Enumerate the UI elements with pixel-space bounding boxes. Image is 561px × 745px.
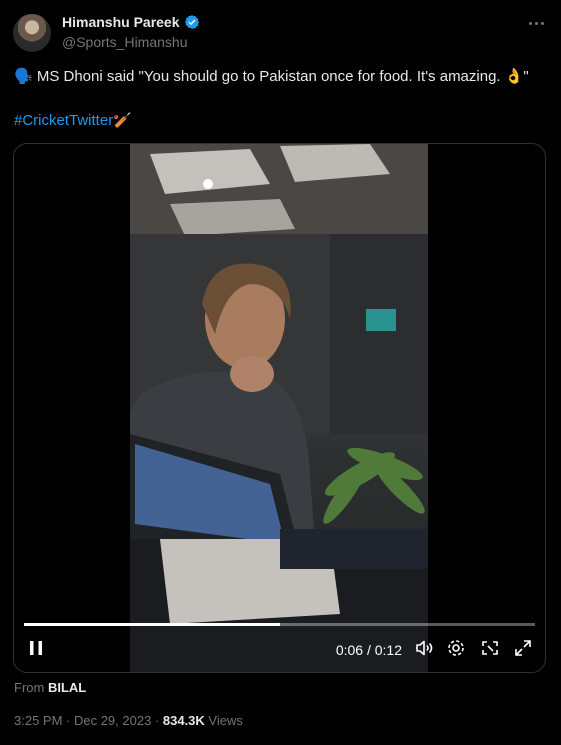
hashtag-row: #CricketTwitter🏏 [14,110,132,132]
video-frame[interactable] [130,144,428,672]
tweet-post: Himanshu Pareek @Sports_Himanshu 🗣️ MS D… [0,0,561,745]
attribution: From BILAL [14,680,86,695]
tweet-meta: 3:25 PM · Dec 29, 2023 · 834.3K Views [14,713,243,728]
video-progress [24,623,280,626]
avatar[interactable] [13,14,51,52]
attribution-prefix: From [14,680,45,695]
views-label: Views [208,713,243,728]
hashtag-emoji: 🏏 [113,112,132,129]
verified-badge-icon [184,15,199,29]
settings-icon[interactable] [446,638,466,658]
author-handle[interactable]: @Sports_Himanshu [62,34,188,50]
meta-separator: · [151,713,163,728]
volume-icon[interactable] [414,638,434,658]
pause-icon[interactable] [26,638,46,658]
video-time: 0:06 / 0:12 [335,642,402,658]
author-row: Himanshu Pareek [62,14,200,30]
video-controls: 0:06 / 0:12 [14,632,545,668]
more-options-icon[interactable] [525,14,547,32]
timestamp[interactable]: 3:25 PM · Dec 29, 2023 [14,713,151,728]
video-player[interactable]: 0:06 / 0:12 [13,143,546,673]
hashtag-link[interactable]: #CricketTwitter [14,112,113,129]
attribution-source[interactable]: BILAL [48,680,86,695]
author-name[interactable]: Himanshu Pareek [62,14,180,30]
pip-icon[interactable] [480,638,500,658]
tweet-text: 🗣️ MS Dhoni said "You should go to Pakis… [14,68,529,85]
video-scrubber[interactable] [24,623,535,626]
fullscreen-icon[interactable] [513,638,533,658]
views-count: 834.3K [162,713,205,728]
video-still-image [130,144,428,672]
